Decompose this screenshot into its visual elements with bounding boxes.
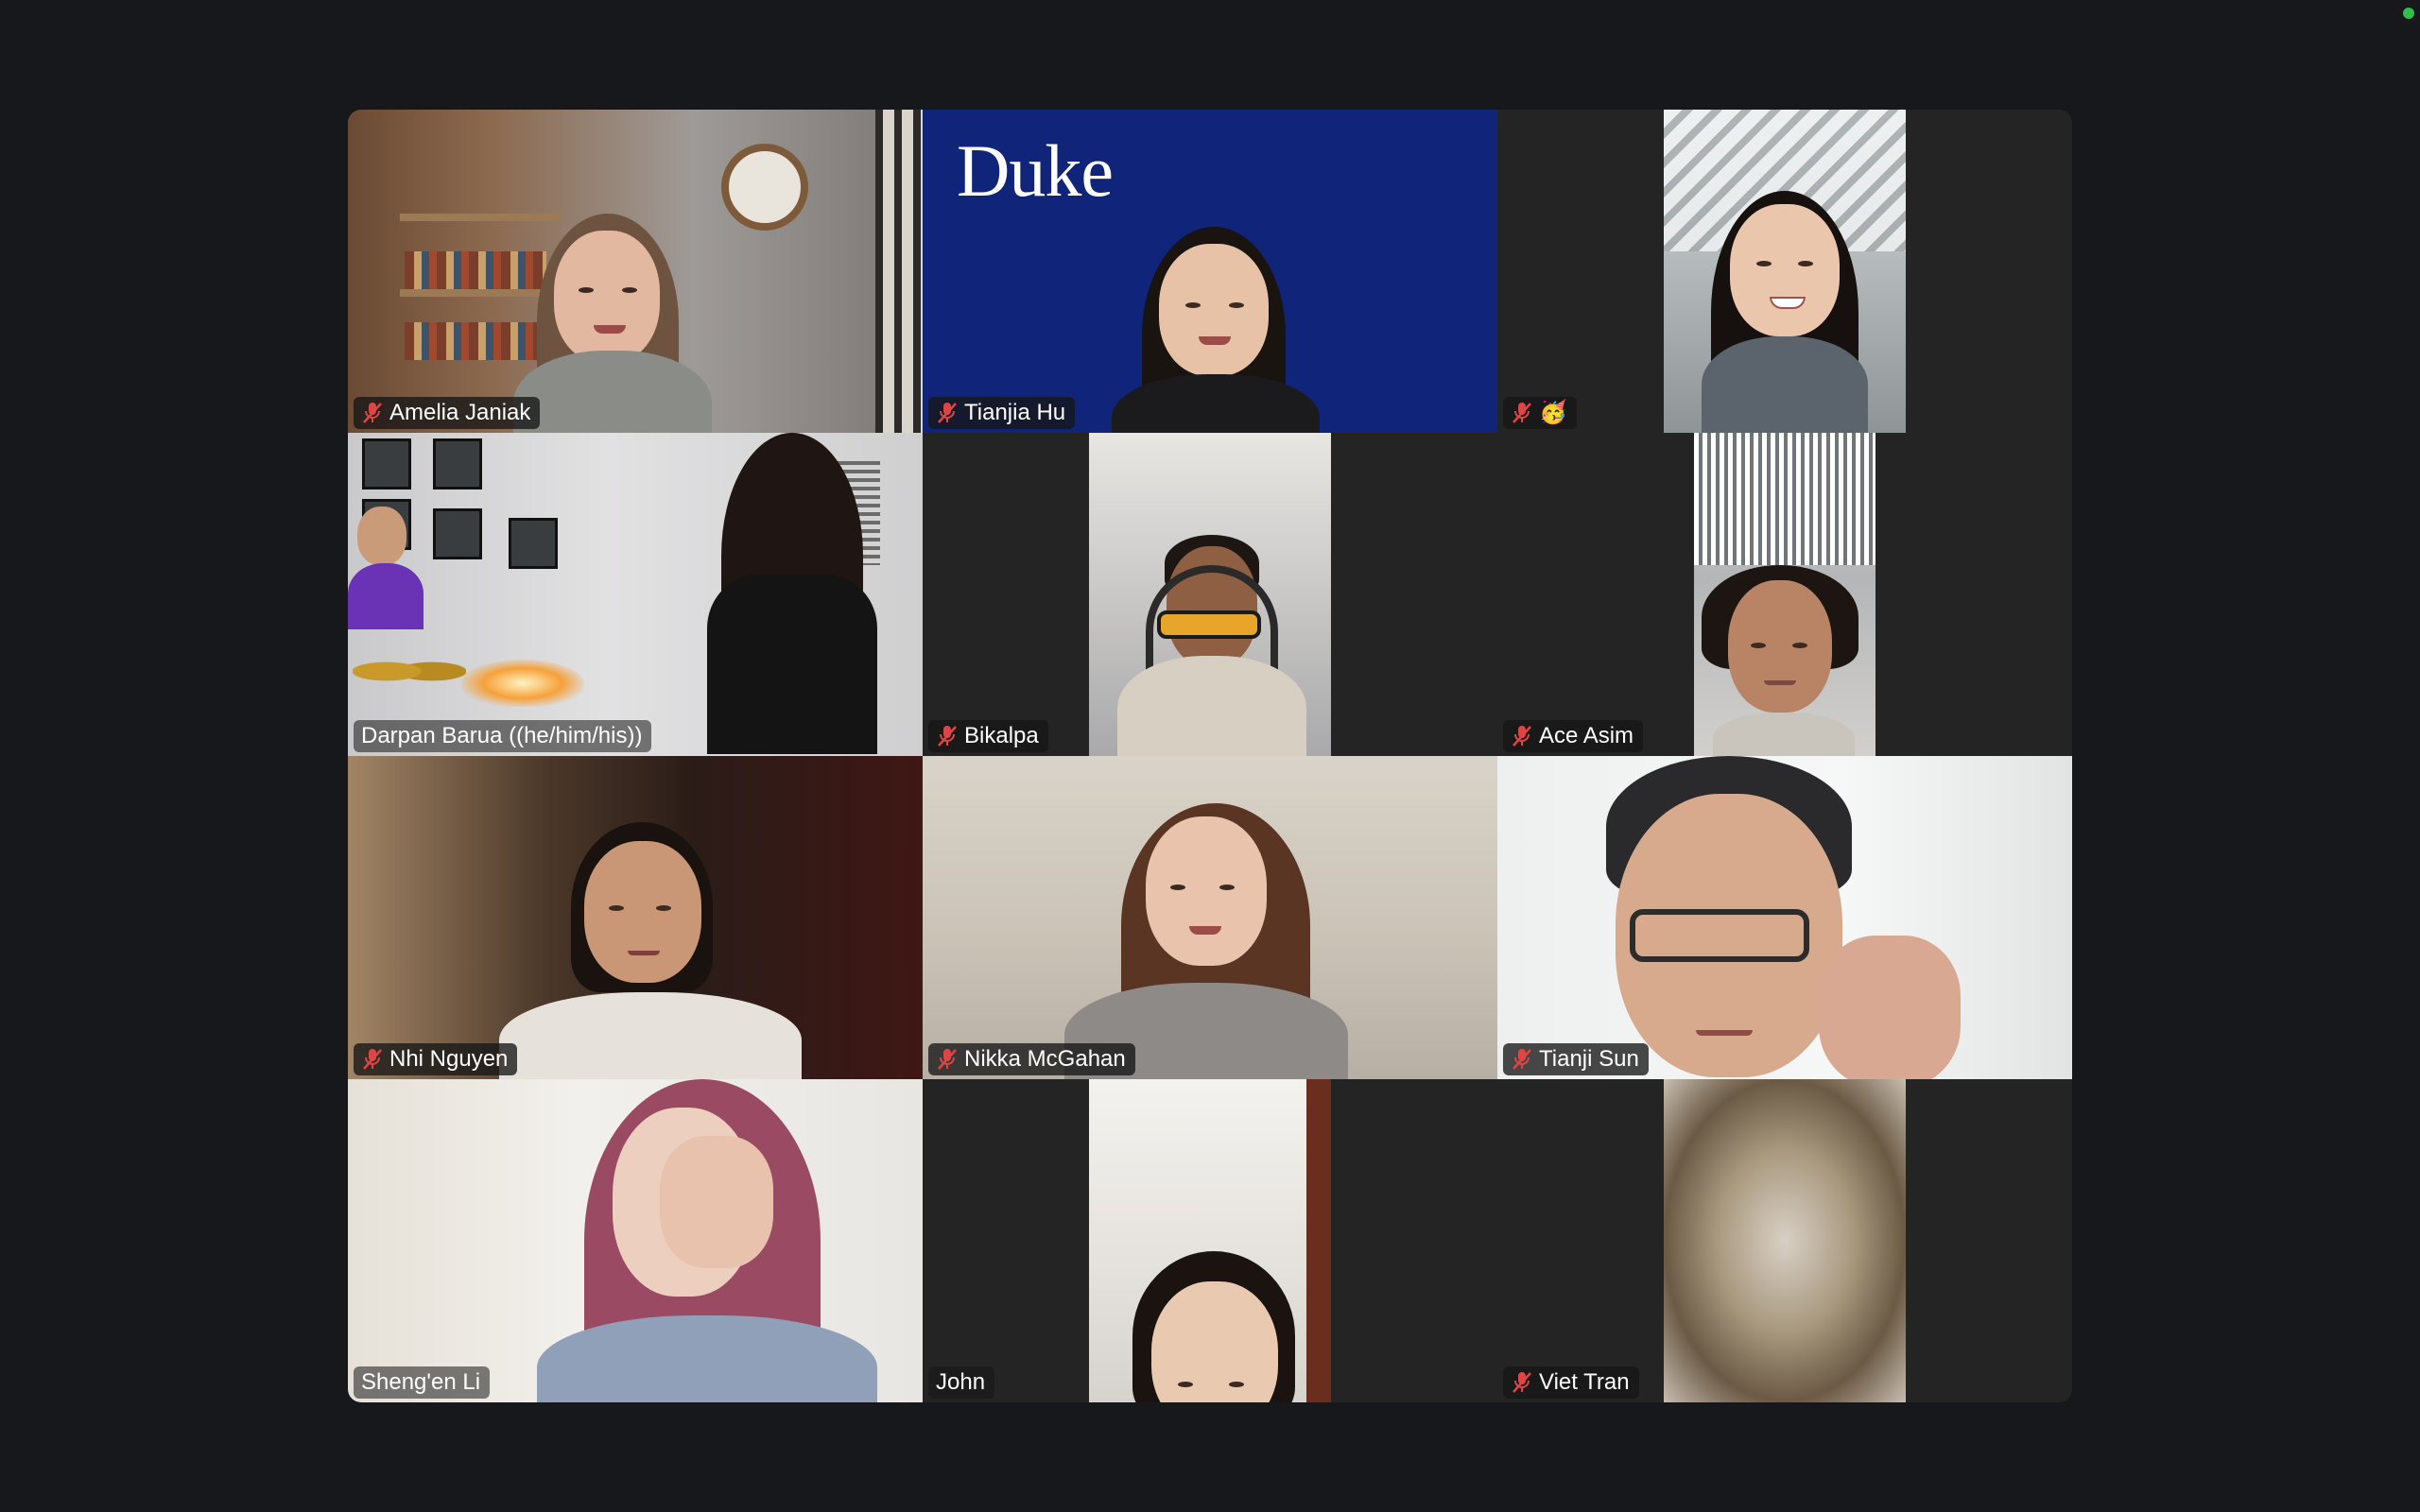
participant-name: Ace Asim [1539,723,1634,748]
participant-tile-viet-tran[interactable]: Viet Tran [1497,1079,2072,1402]
participant-name-tag: Nhi Nguyen [354,1043,518,1075]
microphone-muted-icon [1512,1372,1531,1393]
microphone-muted-icon [938,403,957,423]
participant-name: John [936,1369,986,1395]
participant-name-tag: John [928,1366,995,1399]
participant-name-tag: Ace Asim [1503,720,1644,752]
participant-tile-shengen-li[interactable]: Sheng'en Li [348,1079,923,1402]
connection-status-indicator [2403,8,2414,19]
wall-clock [721,144,808,231]
microphone-muted-icon [363,403,382,423]
participant-name: Darpan Barua ((he/him/his)) [361,723,643,748]
participant-tile-nikka-mcgahan[interactable]: Nikka McGahan [923,756,1497,1079]
participant-name-tag: Tianji Sun [1503,1043,1649,1075]
video-feed [1089,433,1331,756]
participant-name: Tianjia Hu [964,400,1066,425]
participant-name-tag: Nikka McGahan [928,1043,1135,1075]
participant-name: Bikalpa [964,723,1039,748]
microphone-muted-icon [1512,726,1531,747]
video-feed: Duke [923,110,1497,433]
participant-name: Nhi Nguyen [389,1046,509,1072]
video-feed [348,1079,923,1402]
participant-tile-bikalpa[interactable]: Bikalpa [923,433,1497,756]
microphone-muted-icon [938,1049,957,1070]
participant-name: 🥳 [1539,400,1567,425]
video-feed [1694,433,1876,756]
participant-tile-john[interactable]: John [923,1079,1497,1402]
participant-name: Amelia Janiak [389,400,531,425]
microphone-muted-icon [1512,1049,1531,1070]
participant-tile-party-emoji[interactable]: 🥳 [1497,110,2072,433]
participant-name-tag: Bikalpa [928,720,1048,752]
participant-name: Sheng'en Li [361,1369,481,1395]
participant-name-tag: Viet Tran [1503,1366,1639,1399]
participant-tile-ace-asim[interactable]: Ace Asim [1497,433,2072,756]
video-feed [1664,1079,1906,1402]
participant-tile-amelia-janiak[interactable]: Amelia Janiak [348,110,923,433]
video-feed [1664,110,1906,433]
video-feed [348,756,923,1079]
participant-name-tag: Tianjia Hu [928,397,1076,429]
video-feed [923,756,1497,1079]
participant-tile-darpan-barua[interactable]: Darpan Barua ((he/him/his)) [348,433,923,756]
participant-tile-tianjia-hu[interactable]: Duke Tianjia Hu [923,110,1497,433]
video-feed [1089,1079,1331,1402]
participant-name-tag: Sheng'en Li [354,1366,491,1399]
video-feed [348,110,923,433]
participant-name: Nikka McGahan [964,1046,1126,1072]
microphone-muted-icon [363,1049,382,1070]
microphone-muted-icon [938,726,957,747]
virtual-background-logo: Duke [957,129,1114,212]
participant-name: Tianji Sun [1539,1046,1639,1072]
participant-name-tag: 🥳 [1503,397,1577,429]
microphone-muted-icon [1512,403,1531,423]
video-feed [1497,756,2072,1079]
participant-tile-nhi-nguyen[interactable]: Nhi Nguyen [348,756,923,1079]
participant-name-tag: Amelia Janiak [354,397,541,429]
participant-name: Viet Tran [1539,1369,1630,1395]
birthday-candles [461,660,584,707]
participant-tile-tianji-sun[interactable]: Tianji Sun [1497,756,2072,1079]
participant-name-tag: Darpan Barua ((he/him/his)) [354,720,652,752]
gallery-view: Amelia Janiak Duke Tianjia Hu 🥳 Darpan B… [348,110,2072,1402]
video-feed [348,433,923,756]
